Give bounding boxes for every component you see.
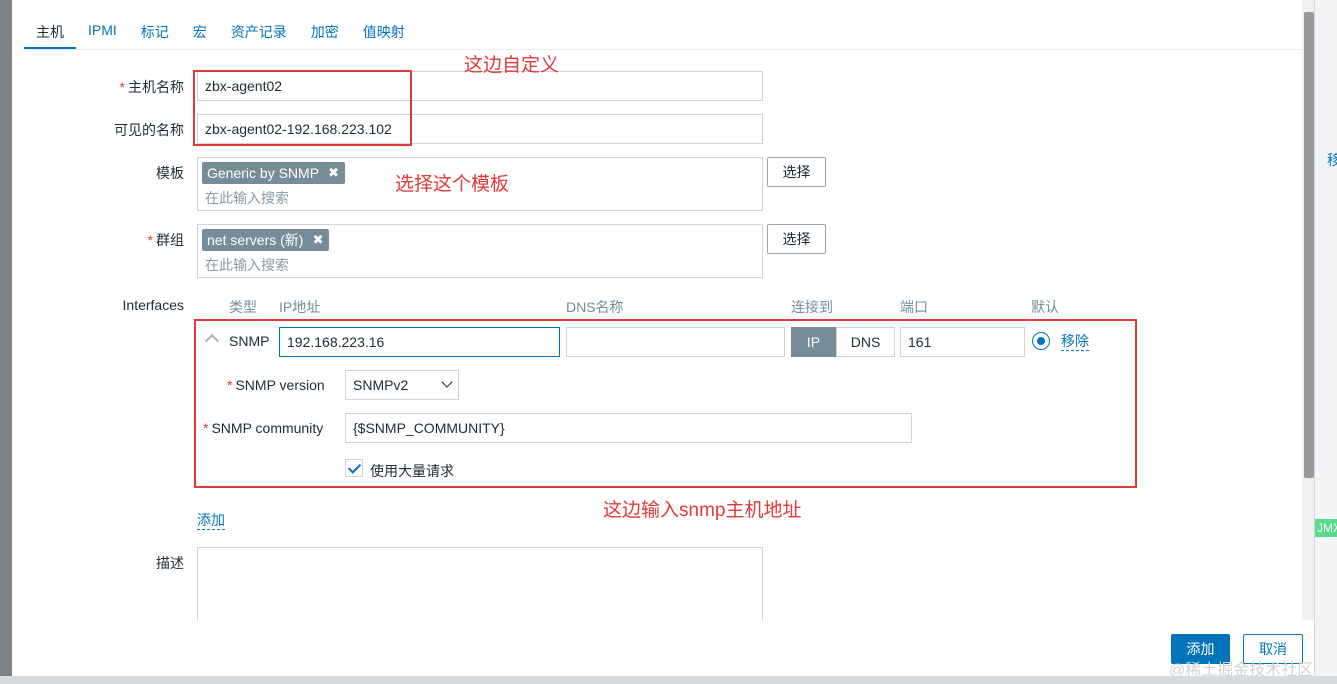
groups-select-button[interactable]: 选择	[767, 224, 826, 254]
bottom-bar	[0, 676, 1337, 684]
groups-multiselect[interactable]: net servers (新) ✖ 在此输入搜索	[197, 224, 763, 278]
description-label: 描述	[156, 555, 184, 571]
column-connect-to: 连接到	[791, 299, 833, 315]
tab-bar: 主机 IPMI 标记 宏 资产记录 加密 值映射	[24, 14, 417, 50]
tab-tags[interactable]: 标记	[129, 14, 181, 50]
column-ip: IP地址	[279, 299, 321, 315]
background-overlay-right: 移 JMX	[1314, 0, 1337, 684]
visible-name-label: 可见的名称	[114, 122, 184, 138]
templates-select-button[interactable]: 选择	[767, 157, 826, 187]
background-peek-text: 移	[1327, 152, 1337, 168]
tab-encryption[interactable]: 加密	[299, 14, 351, 50]
tab-inventory[interactable]: 资产记录	[219, 14, 299, 50]
scrollbar-thumb[interactable]	[1304, 12, 1314, 478]
host-name-label: * 主机名称	[119, 79, 184, 95]
annotation-box-names	[193, 70, 412, 146]
tab-ipmi[interactable]: IPMI	[76, 14, 129, 50]
required-mark: *	[119, 79, 125, 95]
interfaces-label: Interfaces	[122, 297, 184, 313]
templates-label: 模板	[156, 165, 184, 181]
annotation-snmp-text: 这边输入snmp主机地址	[603, 500, 802, 521]
annotation-custom-text: 这边自定义	[464, 55, 560, 76]
annotation-template-text: 选择这个模板	[395, 174, 510, 195]
annotation-box-interface	[194, 319, 1137, 488]
add-interface-link[interactable]: 添加	[197, 512, 225, 530]
group-chip: net servers (新) ✖	[202, 229, 330, 251]
column-default: 默认	[1031, 299, 1059, 315]
chip-remove-icon[interactable]: ✖	[313, 229, 324, 251]
host-dialog: 主机 IPMI 标记 宏 资产记录 加密 值映射 * 主机名称 zbx-agent…	[12, 0, 1314, 676]
background-peek-badge: JMX	[1315, 519, 1337, 537]
chip-remove-icon[interactable]: ✖	[328, 162, 339, 184]
groups-search-placeholder[interactable]: 在此输入搜索	[205, 255, 289, 275]
templates-search-placeholder[interactable]: 在此输入搜索	[205, 188, 289, 208]
tab-host[interactable]: 主机	[24, 14, 76, 50]
column-type: 类型	[229, 299, 257, 315]
background-overlay-left	[0, 0, 12, 684]
column-dns: DNS名称	[566, 299, 624, 315]
dialog-footer: 添加 取消 @稀土掘金技术社区	[12, 620, 1314, 679]
tab-value-mapping[interactable]: 值映射	[351, 14, 417, 50]
groups-label: * 群组	[147, 232, 184, 248]
tabs-divider	[24, 49, 1302, 50]
template-chip: Generic by SNMP ✖	[202, 162, 346, 184]
tab-macros[interactable]: 宏	[181, 14, 219, 50]
column-port: 端口	[900, 299, 928, 315]
